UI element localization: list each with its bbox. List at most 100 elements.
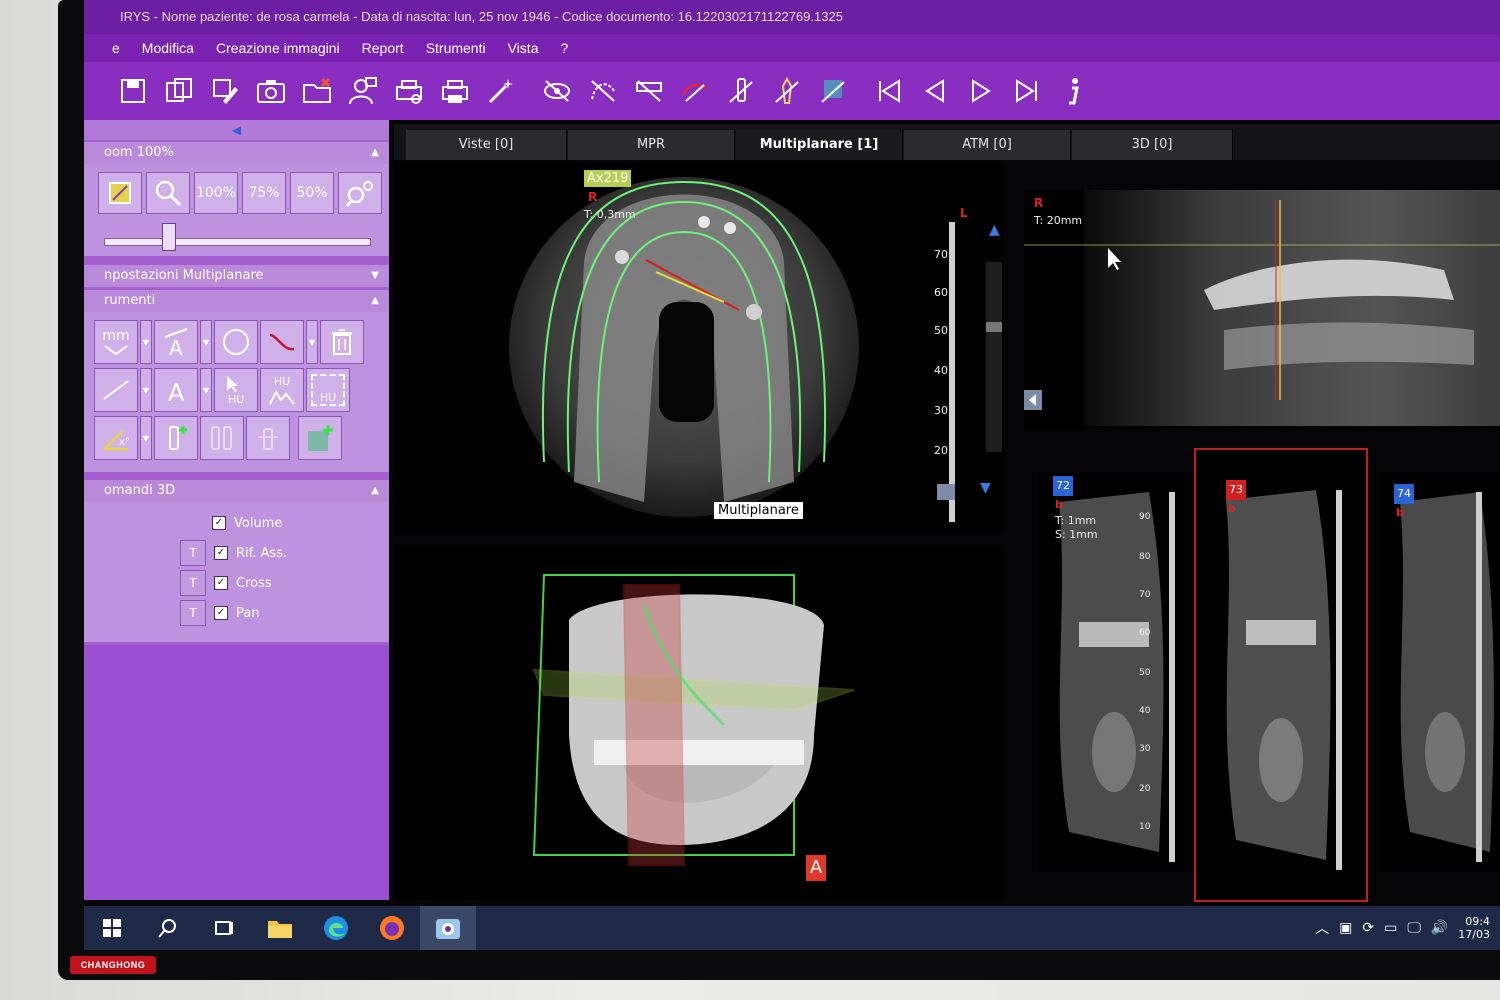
angle-measure-tool-icon[interactable]: x° — [94, 416, 138, 460]
tab-viste[interactable]: Viste [0] — [406, 130, 567, 160]
t-toggle-button[interactable]: T — [180, 570, 206, 596]
hide-model-icon[interactable] — [814, 72, 852, 110]
hide-curve-icon[interactable] — [584, 72, 622, 110]
3d-commands-header[interactable]: omandi 3D ▲ — [84, 480, 389, 502]
option-cross[interactable]: T ✓ Cross — [180, 570, 272, 596]
cross-section-view-73-selected[interactable]: 73 b — [1194, 448, 1368, 902]
volume-3d-view[interactable]: A — [394, 545, 1004, 900]
patient-icon[interactable] — [344, 72, 382, 110]
cross-section-view-72[interactable]: 72 b T: 1mm S: 1mm 90 80 70 60 50 40 30 … — [1039, 472, 1199, 872]
option-volume[interactable]: ✓ Volume — [180, 510, 282, 536]
text-tool-icon[interactable]: A — [154, 368, 198, 412]
option-rif-ass[interactable]: T ✓ Rif. Ass. — [180, 540, 287, 566]
magic-wand-icon[interactable] — [482, 72, 520, 110]
tool-dropdown-arrow[interactable]: ▼ — [140, 368, 152, 412]
search-icon[interactable] — [140, 906, 196, 950]
last-slice-icon[interactable] — [1008, 72, 1046, 110]
axial-view[interactable]: ▲ ▼ Ax219 R T: 0,3mm L 70 60 50 40 30 20… — [394, 162, 1004, 534]
line-tool-icon[interactable] — [94, 368, 138, 412]
camera-icon[interactable] — [252, 72, 290, 110]
meet-now-icon[interactable]: ▣ — [1339, 920, 1352, 936]
irys-app-icon[interactable] — [420, 906, 476, 950]
save-edit-icon[interactable] — [206, 72, 244, 110]
zoom-lens-icon[interactable] — [338, 172, 382, 214]
task-view-icon[interactable] — [196, 906, 252, 950]
add-model-icon[interactable] — [298, 416, 342, 460]
t-toggle-button[interactable]: T — [180, 540, 206, 566]
tool-dropdown-arrow[interactable]: ▼ — [200, 320, 212, 364]
volume-checkbox[interactable]: ✓ — [212, 516, 226, 530]
print-preview-icon[interactable] — [390, 72, 428, 110]
windows-start-icon[interactable] — [84, 906, 140, 950]
collapse-panel-arrow[interactable]: ◀ — [84, 120, 389, 140]
abutment-icon[interactable] — [246, 416, 290, 460]
chevron-up-icon[interactable]: ︿ — [1315, 918, 1329, 938]
tool-dropdown-arrow[interactable]: ▼ — [140, 416, 152, 460]
menu-report[interactable]: Report — [362, 34, 404, 62]
nerve-curve-tool-icon[interactable] — [260, 320, 304, 364]
print-icon[interactable] — [436, 72, 474, 110]
zoom-section-header[interactable]: oom 100% ▲ — [84, 142, 389, 164]
tab-multiplanare[interactable]: Multiplanare [1] — [736, 130, 903, 160]
hu-profile-tool[interactable]: HU — [260, 368, 304, 412]
zoom-fit-icon[interactable] — [98, 172, 142, 214]
menu-vista[interactable]: Vista — [508, 34, 539, 62]
taskbar-clock[interactable]: 09:4 17/03 — [1458, 915, 1490, 941]
distance-measure-tool[interactable]: mm — [94, 320, 138, 364]
save-copy-icon[interactable] — [160, 72, 198, 110]
circle-tool-icon[interactable] — [214, 320, 258, 364]
zoom-magnifier-icon[interactable] — [146, 172, 190, 214]
previous-slice-icon[interactable] — [916, 72, 954, 110]
network-icon[interactable]: 🖵 — [1407, 920, 1421, 936]
tool-dropdown-arrow[interactable]: ▼ — [306, 320, 318, 364]
tool-dropdown-arrow[interactable]: ▼ — [200, 368, 212, 412]
t-toggle-button[interactable]: T — [180, 600, 206, 626]
menu-help[interactable]: ? — [560, 34, 568, 62]
add-implant-icon[interactable] — [154, 416, 198, 460]
save-icon[interactable] — [114, 72, 152, 110]
firefox-icon[interactable] — [364, 906, 420, 950]
menu-creazione-immagini[interactable]: Creazione immagini — [216, 34, 340, 62]
next-slice-icon[interactable] — [962, 72, 1000, 110]
pan-checkbox[interactable]: ✓ — [214, 606, 228, 620]
close-folder-icon[interactable] — [298, 72, 336, 110]
first-slice-icon[interactable] — [870, 72, 908, 110]
menu-file[interactable]: e — [112, 34, 120, 62]
volume-icon[interactable]: 🔊 — [1431, 920, 1448, 936]
hide-implant-icon[interactable] — [722, 72, 760, 110]
cross-section-image — [1226, 490, 1342, 870]
zoom-slider[interactable] — [104, 238, 371, 246]
menu-strumenti[interactable]: Strumenti — [426, 34, 486, 62]
tab-atm[interactable]: ATM [0] — [904, 130, 1071, 160]
implant-pair-icon[interactable] — [200, 416, 244, 460]
panoramic-view[interactable]: R T: 20mm — [1024, 190, 1500, 430]
rif-ass-checkbox[interactable]: ✓ — [214, 546, 228, 560]
zoom-75-button[interactable]: 75% — [242, 172, 286, 214]
edge-browser-icon[interactable] — [308, 906, 364, 950]
hide-pin-icon[interactable] — [768, 72, 806, 110]
option-pan[interactable]: T ✓ Pan — [180, 600, 259, 626]
battery-icon[interactable]: ▭ — [1384, 920, 1397, 936]
cross-section-view-74[interactable]: 74 b — [1380, 472, 1500, 872]
zoom-slider-handle[interactable] — [162, 223, 176, 251]
hu-point-tool[interactable]: HU — [214, 368, 258, 412]
hu-area-tool[interactable]: HU — [306, 368, 350, 412]
zoom-50-button[interactable]: 50% — [290, 172, 334, 214]
cross-checkbox[interactable]: ✓ — [214, 576, 228, 590]
menu-modifica[interactable]: Modifica — [142, 34, 194, 62]
multiplanar-settings-header[interactable]: npostazioni Multiplanare ▼ — [84, 265, 389, 287]
hide-icon[interactable] — [538, 72, 576, 110]
hide-nerve-icon[interactable] — [676, 72, 714, 110]
angle-text-tool[interactable]: A — [154, 320, 198, 364]
delete-trash-icon[interactable] — [320, 320, 364, 364]
cross-section-sub-label: b — [1396, 506, 1404, 519]
file-explorer-icon[interactable] — [252, 906, 308, 950]
tab-3d[interactable]: 3D [0] — [1072, 130, 1233, 160]
zoom-100-button[interactable]: 100% — [194, 172, 238, 214]
update-icon[interactable]: ⟳ — [1362, 920, 1374, 936]
info-icon[interactable] — [1054, 72, 1092, 110]
tab-mpr[interactable]: MPR — [568, 130, 735, 160]
tools-section-header[interactable]: rumenti ▲ — [84, 290, 389, 312]
hide-ruler-icon[interactable] — [630, 72, 668, 110]
tool-dropdown-arrow[interactable]: ▼ — [140, 320, 152, 364]
